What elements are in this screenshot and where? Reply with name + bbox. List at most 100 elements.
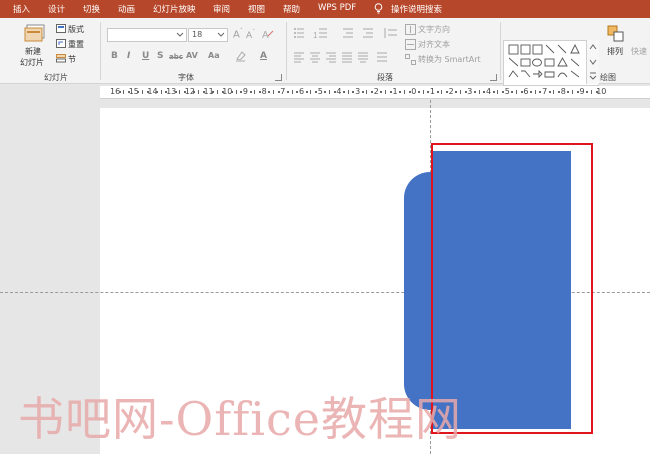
ruler-tick bbox=[530, 91, 533, 93]
layout-button[interactable]: 版式 bbox=[68, 24, 84, 35]
tab-help[interactable]: 帮助 bbox=[283, 3, 300, 15]
ruler-tick bbox=[483, 91, 486, 93]
strikethrough-button[interactable]: abc bbox=[169, 53, 183, 61]
ruler-label: 5 bbox=[504, 87, 510, 96]
font-name-box[interactable] bbox=[107, 28, 187, 42]
ruler-tick bbox=[567, 91, 570, 93]
text-direction-icon bbox=[405, 24, 416, 35]
separator bbox=[500, 22, 501, 80]
watermark: 书吧网-Office教程网 bbox=[18, 392, 463, 446]
ruler-tick bbox=[286, 91, 289, 93]
align-buttons-icon[interactable] bbox=[293, 51, 398, 63]
new-slide-dropdown[interactable]: 幻灯片 bbox=[20, 57, 44, 68]
arrange-icon bbox=[607, 25, 624, 42]
ruler-tick bbox=[291, 90, 293, 94]
text-direction-button[interactable]: 文字方向 bbox=[418, 24, 450, 35]
shrink-font-button[interactable]: Aˇ bbox=[246, 29, 255, 41]
reset-icon bbox=[56, 39, 66, 48]
ruler-label: 1 bbox=[429, 87, 435, 96]
font-dialog-launcher[interactable] bbox=[275, 74, 282, 81]
ruler-tick bbox=[179, 90, 181, 94]
underline-button[interactable]: U bbox=[142, 51, 149, 61]
ruler-label: 2 bbox=[448, 87, 454, 96]
tab-view[interactable]: 视图 bbox=[248, 3, 265, 15]
paragraph-group-label: 段落 bbox=[377, 73, 393, 82]
convert-smartart-button[interactable]: 转换为 SmartArt bbox=[418, 54, 481, 65]
smartart-icon bbox=[405, 54, 416, 65]
ruler-label: 5 bbox=[317, 87, 323, 96]
ruler-label: 1 bbox=[392, 87, 398, 96]
gallery-scroll-up[interactable] bbox=[586, 40, 599, 55]
tab-slideshow[interactable]: 幻灯片放映 bbox=[153, 3, 196, 15]
slides-group-label: 幻灯片 bbox=[44, 73, 68, 82]
ruler-label: 7 bbox=[280, 87, 286, 96]
svg-text:1: 1 bbox=[313, 31, 318, 39]
chevron-up-icon bbox=[589, 44, 597, 50]
separator bbox=[286, 22, 287, 80]
tab-animations[interactable]: 动画 bbox=[118, 3, 135, 15]
bold-button[interactable]: B bbox=[111, 51, 118, 61]
ruler-tick bbox=[193, 91, 196, 93]
list-buttons-icon[interactable]: 1 bbox=[293, 27, 398, 39]
ruler-label: 3 bbox=[355, 87, 361, 96]
italic-button[interactable]: I bbox=[127, 51, 130, 61]
ruler-label: 6 bbox=[523, 87, 529, 96]
reset-button[interactable]: 重置 bbox=[68, 39, 84, 50]
section-button[interactable]: 节 bbox=[68, 54, 76, 65]
ruler-tick bbox=[497, 90, 499, 94]
char-spacing-button[interactable]: AV bbox=[186, 51, 198, 60]
arrange-button[interactable]: 排列 bbox=[607, 46, 623, 57]
tab-insert[interactable]: 插入 bbox=[13, 3, 30, 15]
clear-format-icon[interactable]: A bbox=[262, 28, 274, 40]
grow-font-button[interactable]: Aˆ bbox=[233, 28, 243, 40]
ruler-tick bbox=[492, 91, 495, 93]
ruler-tick bbox=[296, 91, 299, 93]
gallery-scroll-down[interactable] bbox=[586, 55, 599, 70]
ruler-tick bbox=[268, 91, 271, 93]
ruler-label: 7 bbox=[542, 87, 548, 96]
horizontal-ruler[interactable]: 16 15 14 13 12 11 10 9 8 7 6 5 4 3 2 1 0 1 2 3 4 5 6 7 8 9 10 bbox=[100, 86, 650, 99]
tab-design[interactable]: 设计 bbox=[48, 3, 65, 15]
shapes-gallery-icons[interactable] bbox=[507, 43, 587, 85]
change-case-button[interactable]: Aa bbox=[208, 51, 220, 60]
tab-transitions[interactable]: 切换 bbox=[83, 3, 100, 15]
ruler-tick bbox=[366, 90, 368, 94]
shadow-button[interactable]: S bbox=[157, 51, 163, 61]
ruler-tick bbox=[198, 90, 200, 94]
tab-review[interactable]: 审阅 bbox=[213, 3, 230, 15]
ruler-tick bbox=[305, 91, 308, 93]
gallery-expand[interactable] bbox=[586, 70, 599, 84]
font-size-box[interactable]: 18 bbox=[188, 28, 228, 42]
ruler-tick bbox=[548, 91, 551, 93]
ruler-tick bbox=[174, 91, 177, 93]
ruler-tick bbox=[123, 90, 125, 94]
font-color-button[interactable]: A bbox=[260, 51, 267, 61]
tell-me-search[interactable]: 操作说明搜索 bbox=[391, 3, 442, 15]
ruler-label: 8 bbox=[261, 87, 267, 96]
highlight-icon[interactable] bbox=[235, 50, 249, 62]
shapes-gallery[interactable] bbox=[503, 40, 599, 86]
ruler-label: 9 bbox=[579, 87, 585, 96]
ruler-label: 8 bbox=[560, 87, 566, 96]
ruler-tick bbox=[235, 90, 237, 94]
new-slide-button[interactable]: 新建 bbox=[25, 46, 41, 57]
ruler-label: 4 bbox=[336, 87, 342, 96]
tab-wps-pdf[interactable]: WPS PDF bbox=[318, 3, 356, 13]
layout-icon bbox=[56, 24, 66, 33]
paragraph-dialog-launcher[interactable] bbox=[490, 74, 497, 81]
ruler-label: 6 bbox=[299, 87, 305, 96]
quick-styles-button[interactable]: 快速 bbox=[631, 46, 647, 57]
new-slide-icon[interactable] bbox=[24, 22, 46, 44]
lightbulb-icon bbox=[374, 3, 383, 14]
ruler-tick bbox=[272, 90, 274, 94]
ruler-tick bbox=[399, 91, 402, 93]
align-text-button[interactable]: 对齐文本 bbox=[418, 39, 450, 50]
font-size-value: 18 bbox=[192, 30, 203, 39]
chevron-down-icon bbox=[217, 32, 225, 37]
ruler-tick bbox=[347, 90, 349, 94]
ruler-tick bbox=[160, 90, 162, 94]
ruler-tick bbox=[403, 90, 405, 94]
ruler-tick bbox=[576, 91, 579, 93]
ruler-tick bbox=[478, 90, 480, 94]
ruler-label: 4 bbox=[486, 87, 492, 96]
